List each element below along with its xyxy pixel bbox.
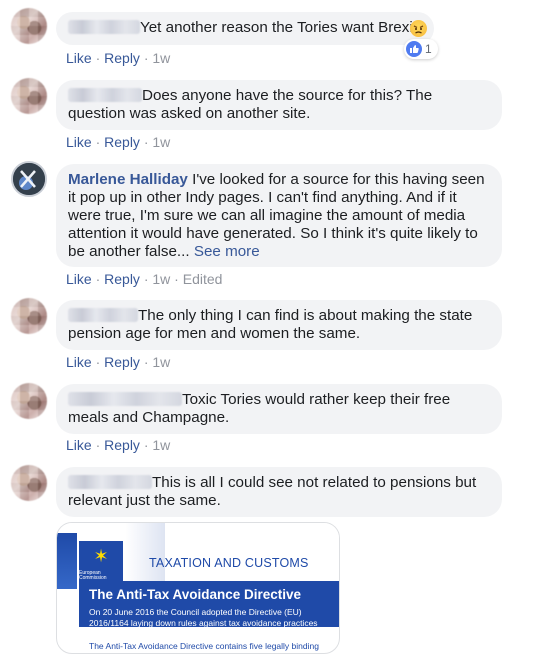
avatar[interactable] bbox=[11, 78, 47, 114]
comment-author[interactable]: Marlene Halliday bbox=[68, 171, 188, 188]
avatar[interactable] bbox=[11, 383, 47, 419]
avatar[interactable] bbox=[11, 8, 47, 44]
separator: · bbox=[170, 271, 183, 287]
comment-bubble: This is all I could see not related to p… bbox=[56, 467, 502, 517]
separator: · bbox=[139, 271, 153, 287]
reply-link[interactable]: Reply bbox=[104, 437, 140, 453]
separator: · bbox=[91, 50, 105, 66]
redacted-name[interactable] bbox=[68, 392, 182, 406]
comment-actions: Like · Reply · 1w · Edited bbox=[66, 271, 222, 287]
reaction-count[interactable]: 1 bbox=[404, 39, 438, 59]
redacted-name[interactable] bbox=[68, 308, 138, 322]
card-body: On 20 June 2016 the Council adopted the … bbox=[89, 607, 318, 628]
card-headline: TAXATION AND CUSTOMS bbox=[149, 556, 309, 570]
edited-label[interactable]: Edited bbox=[183, 271, 223, 287]
angry-emoji-icon bbox=[410, 20, 427, 37]
reply-link[interactable]: Reply bbox=[104, 134, 140, 150]
separator: · bbox=[139, 437, 153, 453]
comment-bubble: Yet another reason the Tories want Brexi… bbox=[56, 12, 434, 45]
timestamp[interactable]: 1w bbox=[152, 50, 170, 66]
comment-actions: Like · Reply · 1w bbox=[66, 134, 170, 150]
comment-actions: Like · Reply · 1w bbox=[66, 50, 170, 66]
redacted-name[interactable] bbox=[68, 88, 142, 102]
separator: · bbox=[139, 134, 153, 150]
comment-bubble: Marlene Halliday I've looked for a sourc… bbox=[56, 164, 502, 267]
comment-bubble: The only thing I can find is about makin… bbox=[56, 300, 502, 350]
separator: · bbox=[91, 354, 105, 370]
comment-bubble: Does anyone have the source for this? Th… bbox=[56, 80, 502, 130]
card-title: The Anti-Tax Avoidance Directive bbox=[89, 587, 302, 602]
timestamp[interactable]: 1w bbox=[152, 354, 170, 370]
like-link[interactable]: Like bbox=[66, 50, 92, 66]
commission-logo: European Commission bbox=[79, 571, 123, 581]
see-more-link[interactable]: See more bbox=[194, 243, 260, 260]
comment-actions: Like · Reply · 1w bbox=[66, 437, 170, 453]
separator: · bbox=[91, 134, 105, 150]
avatar[interactable] bbox=[11, 161, 47, 197]
separator: · bbox=[91, 437, 105, 453]
timestamp[interactable]: 1w bbox=[152, 271, 170, 287]
avatar[interactable] bbox=[11, 465, 47, 501]
separator: · bbox=[139, 50, 153, 66]
comment-actions: Like · Reply · 1w bbox=[66, 354, 170, 370]
reaction-count-text: 1 bbox=[425, 42, 432, 56]
redacted-name[interactable] bbox=[68, 20, 140, 34]
like-link[interactable]: Like bbox=[66, 271, 92, 287]
like-link[interactable]: Like bbox=[66, 354, 92, 370]
redacted-name[interactable] bbox=[68, 475, 152, 489]
eu-flag-icon: ✶ bbox=[79, 541, 123, 571]
like-link[interactable]: Like bbox=[66, 437, 92, 453]
timestamp[interactable]: 1w bbox=[152, 134, 170, 150]
attached-image[interactable]: ✶ European Commission TAXATION AND CUSTO… bbox=[56, 522, 340, 654]
separator: · bbox=[91, 271, 105, 287]
comment-bubble: Toxic Tories would rather keep their fre… bbox=[56, 384, 502, 434]
like-link[interactable]: Like bbox=[66, 134, 92, 150]
decorative-stripe bbox=[57, 533, 77, 589]
reply-link[interactable]: Reply bbox=[104, 271, 140, 287]
timestamp[interactable]: 1w bbox=[152, 437, 170, 453]
avatar[interactable] bbox=[11, 298, 47, 334]
comment-text: Yet another reason the Tories want Brexi… bbox=[140, 19, 417, 36]
reply-link[interactable]: Reply bbox=[104, 50, 140, 66]
reply-link[interactable]: Reply bbox=[104, 354, 140, 370]
decorative-stripe bbox=[125, 523, 165, 583]
like-reaction-icon bbox=[406, 41, 422, 57]
card-body-more: The Anti-Tax Avoidance Directive contain… bbox=[89, 641, 319, 651]
separator: · bbox=[139, 354, 153, 370]
profile-picture-icon bbox=[13, 163, 45, 195]
